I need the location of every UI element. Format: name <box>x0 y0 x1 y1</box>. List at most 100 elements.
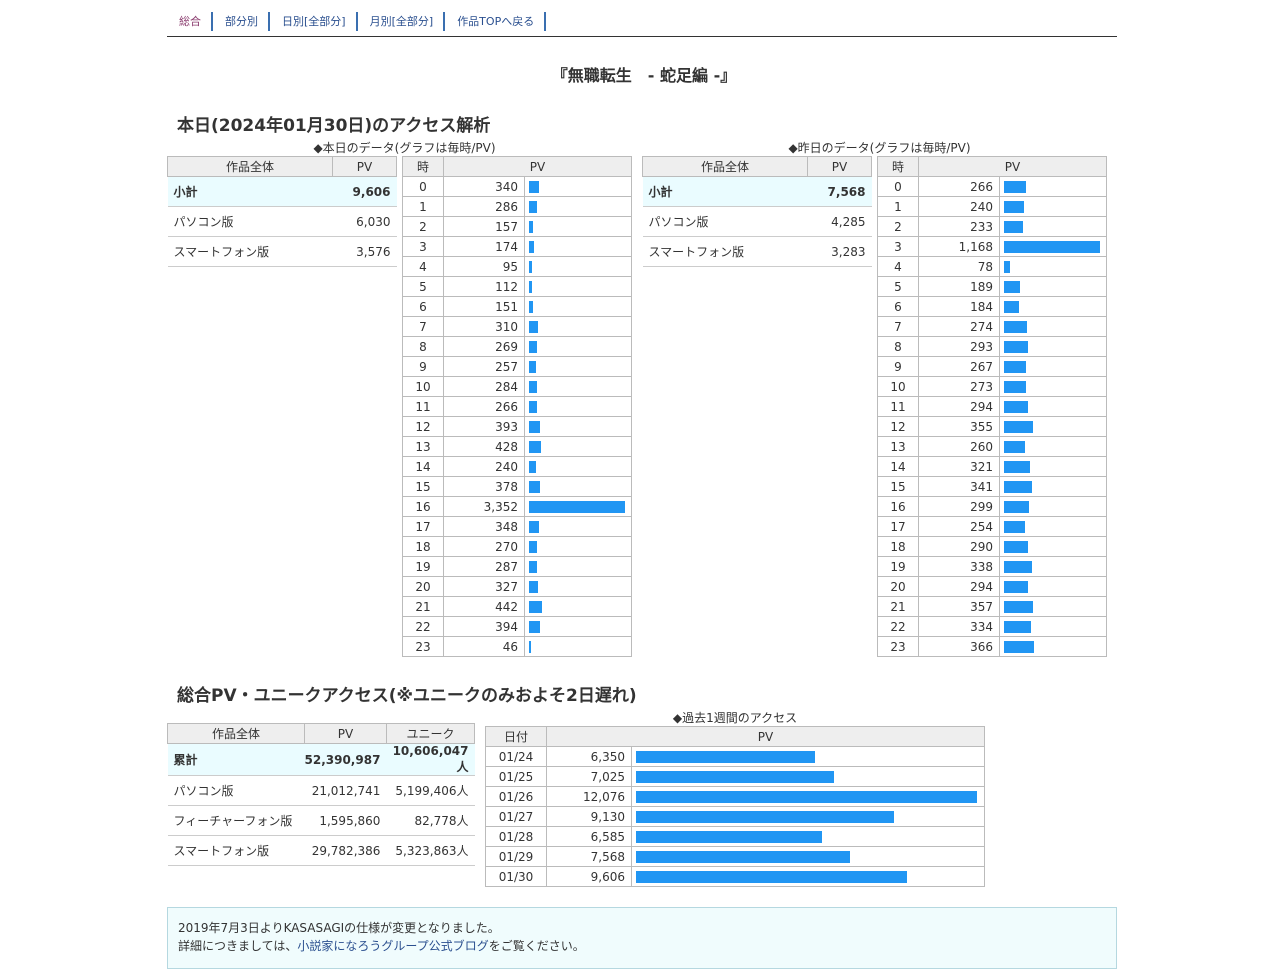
bar-cell <box>999 456 1107 477</box>
table-row: 20 294 <box>877 576 1107 597</box>
summary-label: スマートフォン版 <box>167 236 333 267</box>
bar-cell <box>999 316 1107 337</box>
bar-cell <box>524 176 632 197</box>
pv-value: 327 <box>443 576 525 597</box>
table-row: 10 273 <box>877 376 1107 397</box>
table-row: 13 260 <box>877 436 1107 457</box>
nav-daily[interactable]: 日別[全部分] <box>270 12 358 31</box>
table-row: 15 341 <box>877 476 1107 497</box>
col-header-work: 作品全体 <box>167 723 305 744</box>
bar-cell <box>999 416 1107 437</box>
pv-value: 78 <box>918 256 1000 277</box>
today-caption: ◆本日のデータ(グラフは毎時/PV) <box>313 141 496 155</box>
bar-cell <box>999 596 1107 617</box>
col-header-pv: PV <box>807 156 872 177</box>
col-header-date: 日付 <box>485 726 547 747</box>
table-row: 16 299 <box>877 496 1107 517</box>
table-row: 17 348 <box>402 516 632 537</box>
bar-cell <box>999 576 1107 597</box>
bar-cell <box>999 636 1107 657</box>
col-header-pv: PV <box>332 156 397 177</box>
hour-label: 22 <box>402 616 444 637</box>
table-row: 01/30 9,606 <box>485 866 985 887</box>
table-row: 22 334 <box>877 616 1107 637</box>
table-row: 12 393 <box>402 416 632 437</box>
table-row: 14 240 <box>402 456 632 477</box>
work-title: 『無職転生 - 蛇足編 -』 <box>551 66 737 85</box>
pv-bar <box>529 460 536 473</box>
hour-label: 18 <box>402 536 444 557</box>
pv-bar <box>529 520 539 533</box>
hour-label: 9 <box>402 356 444 377</box>
pv-bar <box>529 200 537 213</box>
hour-label: 22 <box>877 616 919 637</box>
summary-label: スマートフォン版 <box>642 236 808 267</box>
hour-label: 7 <box>402 316 444 337</box>
pv-bar <box>1004 440 1025 453</box>
nav-overall[interactable]: 総合 <box>167 12 213 31</box>
hour-label: 2 <box>402 216 444 237</box>
hour-label: 13 <box>877 436 919 457</box>
table-row: 23 366 <box>877 636 1107 657</box>
hour-label: 14 <box>877 456 919 477</box>
pv-bar <box>529 180 539 193</box>
notice-suffix: をご覧ください。 <box>488 939 585 953</box>
pv-value: 1,168 <box>918 236 1000 257</box>
bar-cell <box>631 766 985 787</box>
date-label: 01/28 <box>485 826 547 847</box>
bar-cell <box>524 236 632 257</box>
table-row: 3 1,168 <box>877 236 1107 257</box>
summary-label: パソコン版 <box>167 206 333 237</box>
hour-label: 2 <box>877 216 919 237</box>
bar-cell <box>999 436 1107 457</box>
bar-cell <box>999 496 1107 517</box>
week-table: 日付 PV 01/24 6,350 01/25 7,025 01/26 12,076 01/… <box>485 726 985 887</box>
nav-divider <box>167 36 1117 37</box>
bar-cell <box>999 556 1107 577</box>
summary-label: パソコン版 <box>167 775 305 806</box>
bar-cell <box>999 176 1107 197</box>
pv-value: 393 <box>443 416 525 437</box>
bar-cell <box>524 316 632 337</box>
table-row: 21 442 <box>402 596 632 617</box>
nav-monthly[interactable]: 月別[全部分] <box>358 12 446 31</box>
bar-cell <box>999 196 1107 217</box>
nav-by-part[interactable]: 部分別 <box>213 12 270 31</box>
bar-cell <box>999 336 1107 357</box>
hour-label: 19 <box>402 556 444 577</box>
table-row: 12 355 <box>877 416 1107 437</box>
bar-cell <box>524 556 632 577</box>
summary-label: スマートフォン版 <box>167 835 305 866</box>
nav-back-to-top[interactable]: 作品TOPへ戻る <box>445 12 547 31</box>
bar-cell <box>999 236 1107 257</box>
pv-value: 310 <box>443 316 525 337</box>
summary-row: スマートフォン版 3,283 <box>642 236 872 267</box>
pv-value: 151 <box>443 296 525 317</box>
pv-bar <box>529 400 537 413</box>
pv-value: 9,130 <box>546 806 632 827</box>
pv-bar <box>1004 400 1028 413</box>
official-blog-link[interactable]: 小説家になろうグループ公式ブログ <box>297 939 488 953</box>
summary-pv: 1,595,860 <box>304 805 387 836</box>
table-row: 14 321 <box>877 456 1107 477</box>
hour-label: 6 <box>402 296 444 317</box>
pv-bar <box>529 560 537 573</box>
pv-value: 274 <box>918 316 1000 337</box>
hour-label: 14 <box>402 456 444 477</box>
hour-label: 1 <box>877 196 919 217</box>
table-row: 01/24 6,350 <box>485 746 985 767</box>
bar-cell <box>524 496 632 517</box>
col-header-pv: PV <box>304 723 387 744</box>
pv-value: 340 <box>443 176 525 197</box>
pv-value: 240 <box>918 196 1000 217</box>
summary-label: 小計 <box>167 176 333 207</box>
hour-label: 23 <box>402 636 444 657</box>
table-row: 0 266 <box>877 176 1107 197</box>
today-summary-table: 作品全体 PV 小計 9,606 パソコン版 6,030 スマートフォン版 3,576 <box>167 156 397 267</box>
table-row: 01/26 12,076 <box>485 786 985 807</box>
week-caption: ◆過去1週間のアクセス <box>672 711 798 725</box>
bar-cell <box>524 516 632 537</box>
pv-bar <box>1004 460 1030 473</box>
bar-cell <box>524 416 632 437</box>
summary-label: パソコン版 <box>642 206 808 237</box>
